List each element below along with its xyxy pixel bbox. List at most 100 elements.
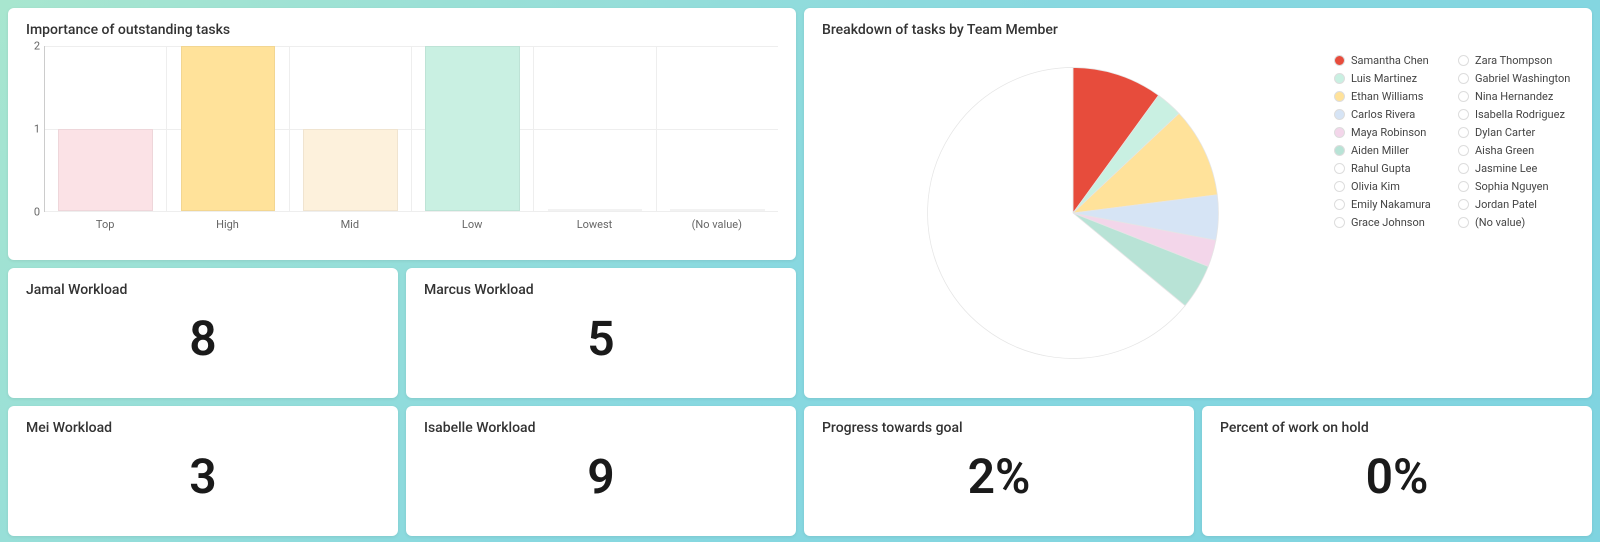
- progress-value: 2%: [822, 448, 1176, 505]
- legend-item[interactable]: Jasmine Lee: [1458, 162, 1574, 175]
- legend-swatch: [1458, 109, 1469, 120]
- legend-label: Grace Johnson: [1351, 216, 1425, 229]
- bar-x-label: Top: [44, 212, 166, 236]
- legend-swatch: [1334, 145, 1345, 156]
- pie-chart-wrap: Samantha Chen Luis Martinez Ethan Williams…: [822, 46, 1574, 380]
- workload-card-1: Jamal Workload 8: [8, 268, 398, 398]
- legend-swatch: [1458, 127, 1469, 138]
- legend-item[interactable]: Maya Robinson: [1334, 126, 1450, 139]
- legend-label: Aisha Green: [1475, 144, 1534, 157]
- legend-swatch: [1458, 217, 1469, 228]
- legend-label: Rahul Gupta: [1351, 162, 1411, 175]
- legend-label: Carlos Rivera: [1351, 108, 1415, 121]
- bar-x-label: Mid: [289, 212, 411, 236]
- legend-item[interactable]: Ethan Williams: [1334, 90, 1450, 103]
- bar-x-label: (No value): [656, 212, 778, 236]
- legend-item[interactable]: Emily Nakamura: [1334, 198, 1450, 211]
- legend-item[interactable]: Zara Thompson: [1458, 54, 1574, 67]
- legend-label: Olivia Kim: [1351, 180, 1400, 193]
- bar-chart-title: Importance of outstanding tasks: [26, 22, 778, 38]
- legend-item[interactable]: Carlos Rivera: [1334, 108, 1450, 121]
- bar: [425, 46, 520, 211]
- legend-item[interactable]: Grace Johnson: [1334, 216, 1450, 229]
- bar-x-label: Lowest: [533, 212, 655, 236]
- bar-x-labels: TopHighMidLowLowest(No value): [44, 212, 778, 236]
- legend-item[interactable]: Isabella Rodriguez: [1458, 108, 1574, 121]
- bar-column: [45, 46, 167, 211]
- legend-swatch: [1334, 217, 1345, 228]
- legend-label: Isabella Rodriguez: [1475, 108, 1565, 121]
- legend-label: Dylan Carter: [1475, 126, 1535, 139]
- legend-item[interactable]: Aisha Green: [1458, 144, 1574, 157]
- hold-title: Percent of work on hold: [1220, 420, 1574, 436]
- legend-swatch: [1334, 181, 1345, 192]
- workload-title: Jamal Workload: [26, 282, 380, 298]
- legend-label: Zara Thompson: [1475, 54, 1552, 67]
- bar-x-label: High: [166, 212, 288, 236]
- legend-item[interactable]: Sophia Nguyen: [1458, 180, 1574, 193]
- bar-column: [290, 46, 412, 211]
- legend-label: Gabriel Washington: [1475, 72, 1570, 85]
- legend-swatch: [1334, 199, 1345, 210]
- workload-card-3: Mei Workload 3: [8, 406, 398, 536]
- bar-y-tick: 1: [34, 123, 40, 136]
- workload-title: Isabelle Workload: [424, 420, 778, 436]
- bar-x-label: Low: [411, 212, 533, 236]
- legend-label: Jordan Patel: [1475, 198, 1537, 211]
- legend-item[interactable]: Rahul Gupta: [1334, 162, 1450, 175]
- legend-item[interactable]: Gabriel Washington: [1458, 72, 1574, 85]
- bar-column: [167, 46, 289, 211]
- pie-svg: [913, 53, 1233, 373]
- legend-swatch: [1334, 109, 1345, 120]
- bar-column: [412, 46, 534, 211]
- legend-swatch: [1334, 163, 1345, 174]
- legend-label: Luis Martinez: [1351, 72, 1417, 85]
- bar: [181, 46, 276, 211]
- legend-swatch: [1334, 91, 1345, 102]
- bar-y-axis: 012: [26, 46, 40, 212]
- bar-chart-card: Importance of outstanding tasks 012 TopH…: [8, 8, 796, 260]
- bar: [303, 129, 398, 212]
- progress-card: Progress towards goal 2%: [804, 406, 1194, 536]
- bar: [58, 129, 153, 212]
- workload-value: 8: [26, 310, 380, 367]
- legend-swatch: [1458, 91, 1469, 102]
- legend-item[interactable]: Luis Martinez: [1334, 72, 1450, 85]
- legend-label: (No value): [1475, 216, 1525, 229]
- legend-label: Aiden Miller: [1351, 144, 1409, 157]
- bar: [548, 209, 643, 211]
- legend-swatch: [1458, 163, 1469, 174]
- pie-legend: Samantha Chen Luis Martinez Ethan Williams…: [1324, 46, 1574, 234]
- legend-item[interactable]: Jordan Patel: [1458, 198, 1574, 211]
- dashboard-grid: Importance of outstanding tasks 012 TopH…: [8, 8, 1592, 534]
- workload-title: Mei Workload: [26, 420, 380, 436]
- legend-swatch: [1458, 73, 1469, 84]
- legend-item[interactable]: Nina Hernandez: [1458, 90, 1574, 103]
- bar-plot-area: [44, 46, 778, 212]
- workload-title: Marcus Workload: [424, 282, 778, 298]
- bar-y-tick: 2: [34, 40, 40, 53]
- progress-title: Progress towards goal: [822, 420, 1176, 436]
- legend-item[interactable]: Samantha Chen: [1334, 54, 1450, 67]
- legend-swatch: [1334, 127, 1345, 138]
- bar-column: [534, 46, 656, 211]
- legend-item[interactable]: Dylan Carter: [1458, 126, 1574, 139]
- legend-swatch: [1334, 55, 1345, 66]
- hold-card: Percent of work on hold 0%: [1202, 406, 1592, 536]
- workload-value: 5: [424, 310, 778, 367]
- legend-item[interactable]: Olivia Kim: [1334, 180, 1450, 193]
- legend-label: Maya Robinson: [1351, 126, 1426, 139]
- legend-label: Jasmine Lee: [1475, 162, 1537, 175]
- legend-item[interactable]: Aiden Miller: [1334, 144, 1450, 157]
- workload-value: 3: [26, 448, 380, 505]
- legend-label: Sophia Nguyen: [1475, 180, 1549, 193]
- legend-label: Nina Hernandez: [1475, 90, 1553, 103]
- bar: [670, 209, 765, 211]
- legend-label: Ethan Williams: [1351, 90, 1423, 103]
- legend-item[interactable]: (No value): [1458, 216, 1574, 229]
- bar-y-tick: 0: [34, 206, 40, 219]
- workload-card-4: Isabelle Workload 9: [406, 406, 796, 536]
- pie-chart-card: Breakdown of tasks by Team Member Samant…: [804, 8, 1592, 398]
- legend-swatch: [1334, 73, 1345, 84]
- legend-label: Emily Nakamura: [1351, 198, 1431, 211]
